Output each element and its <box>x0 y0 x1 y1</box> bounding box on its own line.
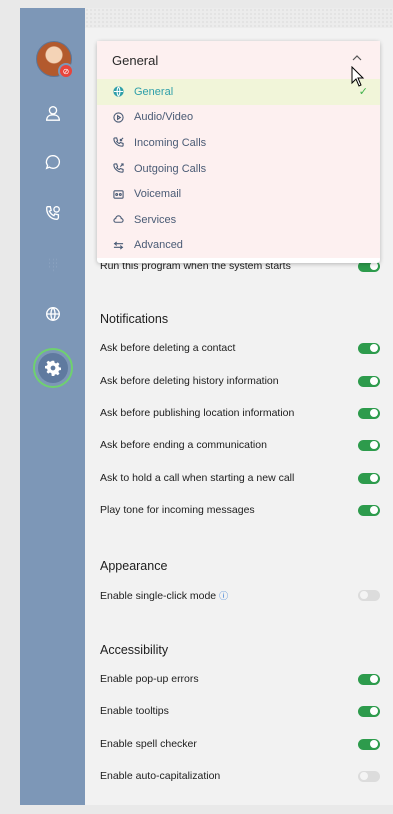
setting-row[interactable]: Enable pop-up errors <box>100 670 380 688</box>
gear-icon <box>45 360 61 376</box>
globe-icon <box>46 307 60 321</box>
setting-row[interactable]: Enable spell checker <box>100 735 380 753</box>
setting-label: Ask before deleting history information <box>100 375 279 387</box>
calls-nav-button[interactable] <box>38 198 68 228</box>
setting-label: Enable spell checker <box>100 738 197 750</box>
dropdown-item-label: Advanced <box>134 239 183 252</box>
setting-label: Enable single-click mode ⓘ <box>100 589 380 602</box>
settings-category-dropdown[interactable]: General General ✓ Audio/Video Incoming C… <box>97 41 380 263</box>
setting-row[interactable]: Enable tooltips <box>100 702 380 720</box>
chat-bubble-icon <box>45 155 61 170</box>
web-nav-button[interactable] <box>38 299 68 329</box>
toggle-switch[interactable] <box>358 770 380 782</box>
setting-row[interactable]: Enable auto-capitalization <box>100 767 380 785</box>
setting-row[interactable]: Play tone for incoming messages <box>100 501 380 519</box>
dropdown-selected-value: General <box>112 52 159 68</box>
dropdown-item-label: Services <box>134 213 177 226</box>
info-icon[interactable]: ⓘ <box>219 591 228 601</box>
dialpad-nav-button[interactable] <box>38 249 68 279</box>
outgoing-call-icon <box>113 163 124 174</box>
dropdown-item-services[interactable]: Services <box>97 206 380 233</box>
setting-label: Ask before publishing location informati… <box>100 407 295 419</box>
toggle-switch[interactable] <box>358 342 380 354</box>
setting-row[interactable]: Enable single-click mode ⓘ <box>100 586 380 604</box>
toggle-switch[interactable] <box>358 705 380 717</box>
setting-label: Play tone for incoming messages <box>100 504 255 516</box>
top-strip <box>85 8 393 28</box>
toggle-switch[interactable] <box>358 673 380 685</box>
toggle-switch[interactable] <box>358 439 380 451</box>
setting-label: Enable auto-capitalization <box>100 770 221 782</box>
setting-label: Ask to hold a call when starting a new c… <box>100 472 295 484</box>
toggle-switch[interactable] <box>358 375 380 387</box>
contacts-nav-button[interactable] <box>38 98 68 128</box>
setting-row[interactable]: Ask before deleting a contact <box>100 339 380 357</box>
dialpad-icon <box>49 258 57 272</box>
setting-label: Enable pop-up errors <box>100 673 199 685</box>
setting-label: Ask before deleting a contact <box>100 342 236 354</box>
setting-row[interactable]: Ask before deleting history information <box>100 372 380 390</box>
play-circle-icon <box>113 112 124 123</box>
dropdown-item-label: Outgoing Calls <box>134 162 207 175</box>
toggle-switch[interactable] <box>358 407 380 419</box>
dropdown-header[interactable]: General <box>97 41 380 79</box>
toggle-switch[interactable] <box>358 504 380 516</box>
chevron-up-icon <box>352 55 362 61</box>
setting-label: Ask before ending a communication <box>100 439 267 451</box>
incoming-call-icon <box>113 137 124 148</box>
dropdown-item-audio-video[interactable]: Audio/Video <box>97 104 380 131</box>
toggle-switch[interactable] <box>358 589 380 601</box>
setting-row[interactable]: Ask before ending a communication <box>100 436 380 454</box>
dropdown-item-label: General <box>134 85 174 98</box>
person-icon <box>46 106 60 121</box>
dropdown-item-label: Voicemail <box>134 188 182 201</box>
section-title-appearance: Appearance <box>100 559 168 573</box>
dropdown-item-label: Incoming Calls <box>134 136 207 149</box>
dropdown-item-label: Audio/Video <box>134 111 194 124</box>
presence-status-icon: ⊘ <box>58 63 74 79</box>
dropdown-item-incoming-calls[interactable]: Incoming Calls <box>97 130 380 156</box>
voicemail-icon <box>113 189 124 200</box>
settings-nav-button[interactable] <box>33 348 73 388</box>
sliders-icon <box>113 240 124 251</box>
phone-history-icon <box>46 206 60 220</box>
setting-label-text: Enable single-click mode <box>100 589 217 602</box>
settings-button-bg <box>38 353 68 383</box>
chat-nav-button[interactable] <box>38 147 68 177</box>
dropdown-item-general[interactable]: General ✓ <box>97 79 380 105</box>
setting-row[interactable]: Ask before publishing location informati… <box>100 404 380 422</box>
section-title-notifications: Notifications <box>100 312 169 326</box>
toggle-switch[interactable] <box>358 738 380 750</box>
dropdown-item-outgoing-calls[interactable]: Outgoing Calls <box>97 155 380 182</box>
mouse-cursor-icon <box>351 66 365 87</box>
toggle-switch[interactable] <box>358 472 380 484</box>
globe-icon <box>113 86 124 97</box>
setting-label: Enable tooltips <box>100 705 169 717</box>
dropdown-item-advanced[interactable]: Advanced <box>97 232 380 259</box>
dropdown-item-voicemail[interactable]: Voicemail <box>97 181 380 207</box>
section-title-accessibility: Accessibility <box>100 643 169 657</box>
setting-row[interactable]: Ask to hold a call when starting a new c… <box>100 469 380 487</box>
cloud-icon <box>113 214 124 225</box>
